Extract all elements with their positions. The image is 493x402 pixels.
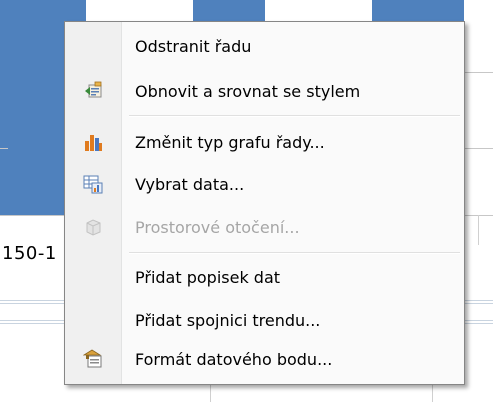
menu-item-label: Formát datového bodu... xyxy=(135,349,333,369)
axis-tick xyxy=(478,215,479,245)
gridline xyxy=(465,148,493,149)
menu-item-label: Odstranit řadu xyxy=(135,36,252,56)
menu-item-format-data-point[interactable]: Formát datového bodu... xyxy=(65,342,464,376)
menu-item-reset-style[interactable]: Obnovit a srovnat se stylem xyxy=(65,74,464,108)
gridline xyxy=(210,385,211,402)
reset-style-icon xyxy=(65,74,121,108)
menu-item-change-chart-type[interactable]: Změnit typ grafu řady... xyxy=(65,125,464,159)
empty-icon-slot xyxy=(65,29,121,63)
gridline xyxy=(0,148,8,149)
chart-type-icon xyxy=(65,125,121,159)
menu-separator xyxy=(129,252,460,254)
menu-item-add-data-label[interactable]: Přidat popisek dat xyxy=(65,260,464,294)
gridline xyxy=(432,385,433,402)
menu-item-label: Prostorové otočení... xyxy=(135,217,300,237)
context-menu: Odstranit řadu Obnovit a srovnat se styl… xyxy=(64,21,465,385)
menu-item-3d-rotation[interactable]: Prostorové otočení... xyxy=(65,210,464,244)
menu-item-label: Změnit typ grafu řady... xyxy=(135,132,325,152)
empty-icon-slot xyxy=(65,260,121,294)
category-axis-label: 150-1 xyxy=(2,243,57,264)
format-data-point-icon xyxy=(65,342,121,376)
gridline xyxy=(465,72,493,73)
menu-item-label: Přidat spojnici trendu... xyxy=(135,310,321,330)
chart-bar[interactable] xyxy=(193,0,265,22)
menu-item-select-data[interactable]: Vybrat data... xyxy=(65,167,464,201)
menu-item-add-trendline[interactable]: Přidat spojnici trendu... xyxy=(65,303,464,337)
menu-separator xyxy=(129,115,460,117)
3d-rotation-icon xyxy=(65,210,121,244)
menu-item-label: Vybrat data... xyxy=(135,174,245,194)
menu-item-delete-series[interactable]: Odstranit řadu xyxy=(65,29,464,63)
chart-bar[interactable] xyxy=(372,0,464,22)
menu-item-label: Přidat popisek dat xyxy=(135,267,281,287)
menu-item-label: Obnovit a srovnat se stylem xyxy=(135,81,361,101)
select-data-icon xyxy=(65,167,121,201)
empty-icon-slot xyxy=(65,303,121,337)
